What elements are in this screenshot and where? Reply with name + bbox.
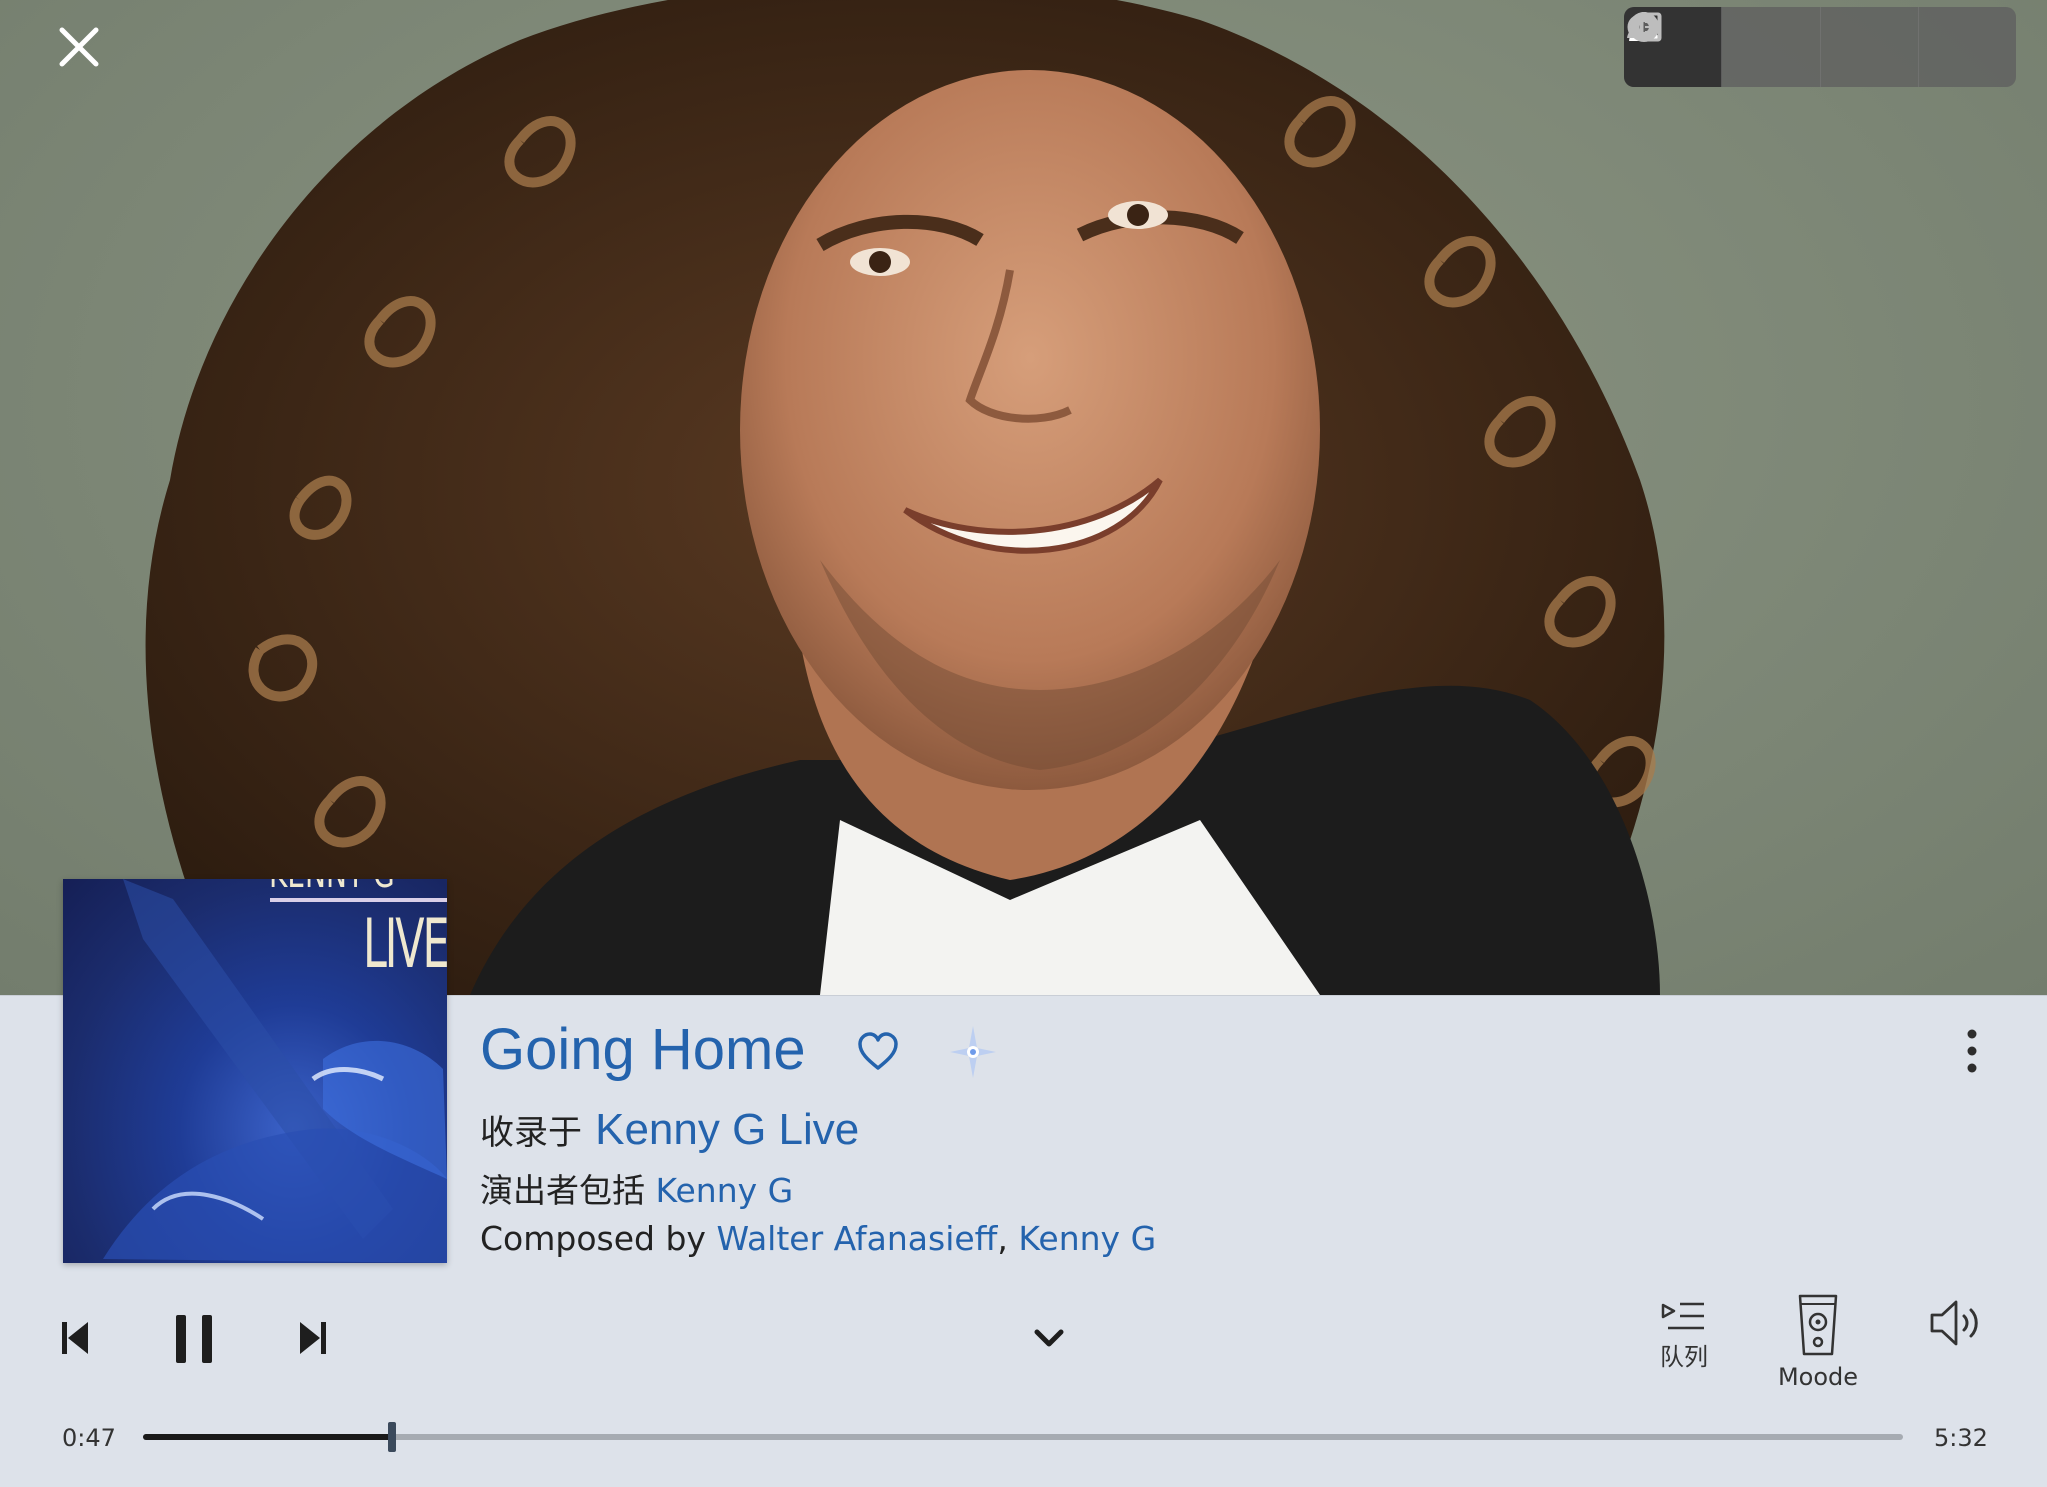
previous-track-button[interactable]	[60, 1318, 90, 1358]
album-prefix: 收录于	[480, 1113, 582, 1153]
next-track-button[interactable]	[298, 1318, 328, 1358]
seek-handle[interactable]	[388, 1422, 397, 1452]
elapsed-time: 0:47	[62, 1424, 116, 1452]
volume-icon	[1930, 1300, 1978, 1346]
album-art-artist-text: KENNY G	[269, 879, 430, 897]
pause-button[interactable]	[172, 1313, 216, 1365]
chevron-down-icon	[1034, 1329, 1064, 1347]
artist-photo	[0, 0, 2047, 995]
more-options-icon[interactable]	[1960, 1026, 1984, 1076]
output-device-label: Moode	[1777, 1363, 1859, 1391]
composers-prefix: Composed by	[480, 1219, 706, 1258]
collapse-button[interactable]	[1034, 1328, 1064, 1350]
album-art-title-text: LIVE	[363, 905, 447, 984]
seek-bar[interactable]	[143, 1422, 1903, 1452]
performer-link[interactable]: Kenny G	[656, 1171, 794, 1210]
output-device-button[interactable]: Moode	[1768, 1292, 1868, 1392]
queue-label: 队列	[1660, 1343, 1708, 1371]
view-toggle	[1624, 7, 2016, 87]
performers-line: 演出者包括 Kenny G	[480, 1167, 793, 1215]
album-line: 收录于 Kenny G Live	[480, 1100, 859, 1169]
composer-link-2[interactable]: Kenny G	[1018, 1219, 1156, 1258]
sparkle-icon[interactable]	[948, 1024, 998, 1080]
artist-photo-illustration	[145, 0, 1665, 995]
view-album-button[interactable]	[1629, 7, 1821, 87]
close-button[interactable]	[50, 18, 108, 76]
composer-link-1[interactable]: Walter Afanasieff	[716, 1219, 997, 1258]
view-artist-info-button[interactable]	[1627, 7, 2016, 87]
composer-separator: ,	[997, 1219, 1008, 1258]
heart-icon[interactable]	[856, 1030, 900, 1074]
queue-icon	[1661, 1302, 1704, 1330]
total-time: 5:32	[1934, 1424, 1988, 1452]
album-link[interactable]: Kenny G Live	[595, 1105, 859, 1154]
performers-prefix: 演出者包括	[480, 1171, 645, 1210]
close-icon	[59, 27, 99, 67]
artist-info-icon	[1627, 12, 1662, 42]
volume-button[interactable]	[1928, 1296, 1986, 1350]
seek-bar-fill	[143, 1434, 393, 1440]
previous-icon	[62, 1322, 88, 1354]
album-art[interactable]: KENNY G LIVE	[63, 879, 447, 1263]
queue-button[interactable]: 队列	[1640, 1298, 1728, 1372]
track-title: Going Home	[480, 1017, 806, 1082]
next-icon	[300, 1322, 326, 1354]
speaker-icon	[1798, 1294, 1838, 1356]
album-art-rule	[270, 898, 447, 902]
composers-line: Composed by Walter Afanasieff, Kenny G	[480, 1215, 1156, 1263]
pause-icon	[176, 1315, 212, 1363]
view-album-info-button[interactable]	[1627, 7, 1919, 87]
